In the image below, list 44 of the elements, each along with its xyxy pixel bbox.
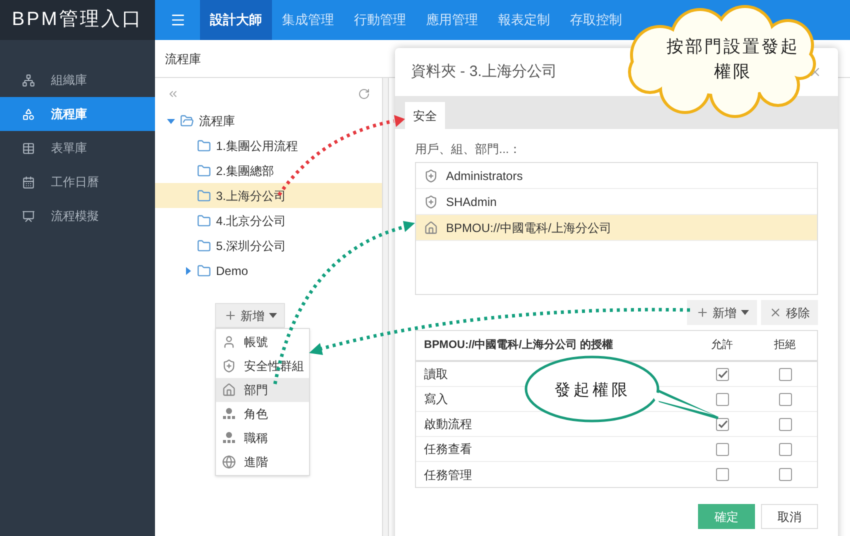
tree-node[interactable]: Demo [155,258,382,283]
member-row[interactable]: Administrators [416,163,817,189]
cancel-button[interactable]: 取消 [761,504,818,529]
tree-node[interactable]: 2.集團總部 [155,158,382,183]
menu-item[interactable]: 職稱 [216,426,309,450]
dialog-title: 資料夾 - 3.上海分公司 [411,62,557,82]
column-header: 拒絕 [773,338,797,354]
tree-node[interactable]: 5.深圳分公司 [155,233,382,258]
permission-name: 任務管理 [423,466,473,484]
permission-name: 讀取 [423,366,449,383]
remove-button[interactable]: 移除 [761,300,818,325]
callout-text: 發起權限 [554,379,632,401]
tree-node[interactable]: 流程庫 [155,108,382,133]
menu-item[interactable]: 部門 [216,378,309,402]
tree-label: 流程庫 [199,112,235,130]
tree-label: Demo [216,262,248,280]
callout-text: 按部門設置發起權限 [666,36,800,84]
menu-item[interactable]: 安全性群組 [216,354,309,378]
tree-node[interactable]: 1.集團公用流程 [155,133,382,158]
menu-item[interactable]: 角色 [216,402,309,426]
tree-node[interactable]: 4.北京分公司 [155,208,382,233]
sidebar-item[interactable]: 工作日曆 [0,165,155,199]
sidebar-item[interactable]: 組織庫 [0,63,155,97]
tree-label: 4.北京分公司 [216,212,286,230]
tree-label: 2.集團總部 [216,162,274,180]
menu-item[interactable]: 帳號 [216,330,309,354]
member-row[interactable]: BPMOU://中國電科/上海分公司 [416,215,817,241]
permission-name: 任務查看 [423,441,473,458]
breadcrumb: 流程庫 [165,50,201,68]
permission-name: 啟動流程 [423,416,473,433]
sidebar-item[interactable]: 表單庫 [0,131,155,165]
sidebar-item[interactable]: 流程庫 [0,97,155,131]
column-header: BPMOU://中國電科/上海分公司 的授權 [423,338,614,354]
column-header: 允許 [710,338,734,354]
tree-label: 1.集團公用流程 [216,138,298,154]
nav-tab[interactable]: 設計大師 [200,0,272,40]
add-button[interactable]: 新增 [687,300,757,325]
menu-item[interactable]: 進階 [216,450,309,474]
tree-label: 5.深圳分公司 [216,238,286,254]
add-dropdown-button[interactable]: 新增 [215,303,285,328]
sidebar-item[interactable]: 流程模擬 [0,199,155,233]
members-label: 用戶、組、部門...： [415,141,522,158]
app-title: BPM管理入口 [0,0,155,40]
tab[interactable]: 安全 [405,102,445,129]
